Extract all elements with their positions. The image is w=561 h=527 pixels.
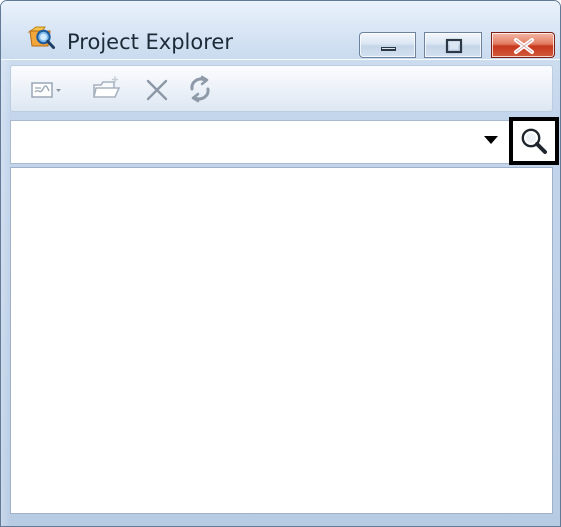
search-history-dropdown-button[interactable] <box>481 131 501 149</box>
folder-button[interactable] <box>91 74 123 104</box>
delete-icon <box>146 79 168 101</box>
minimize-button[interactable] <box>359 32 416 58</box>
window-title: Project Explorer <box>67 30 233 54</box>
close-button[interactable] <box>491 32 555 58</box>
explorer-toolbar <box>10 65 553 112</box>
search-button[interactable] <box>509 117 559 165</box>
search-bar <box>10 117 559 165</box>
list-view-button[interactable] <box>31 74 63 104</box>
restore-icon <box>445 38 463 54</box>
list-view-icon <box>31 82 61 98</box>
dropdown-arrow-icon <box>484 136 498 144</box>
minimize-icon <box>381 47 396 51</box>
folder-icon <box>93 76 121 98</box>
delete-button[interactable] <box>142 74 172 104</box>
project-explorer-window: Project Explorer <box>0 0 561 527</box>
restore-button[interactable] <box>424 32 482 58</box>
refresh-button[interactable] <box>184 74 216 104</box>
project-tree-list[interactable] <box>10 167 553 514</box>
search-icon <box>521 128 547 154</box>
project-explorer-app-icon <box>27 26 55 49</box>
search-input[interactable] <box>16 122 483 162</box>
title-bar[interactable]: Project Explorer <box>1 1 560 60</box>
refresh-icon <box>190 75 210 103</box>
close-icon <box>514 38 534 54</box>
